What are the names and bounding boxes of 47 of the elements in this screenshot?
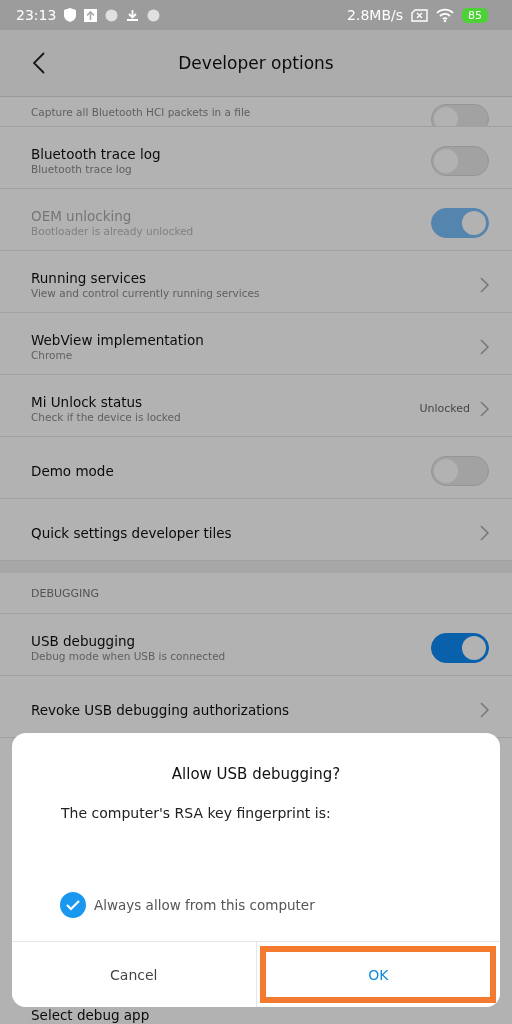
settings-row[interactable]: Running services View and control currently running services [0, 251, 512, 313]
network-speed: 2.8MB/s [347, 7, 403, 23]
row-subtitle: Capture all Bluetooth HCI packets in a file [31, 106, 251, 118]
row-title: Mi Unlock status [31, 394, 144, 410]
row-subtitle: Debug mode when USB is connected [31, 650, 227, 662]
row-title: Revoke USB debugging authorizations [31, 701, 291, 718]
row-value: Unlocked [419, 402, 470, 415]
row-subtitle: View and control currently running services [31, 287, 261, 299]
row-title: WebView implementation [31, 332, 205, 348]
dialog-message: The computer's RSA key fingerprint is: [61, 805, 331, 821]
settings-row[interactable]: Bluetooth trace log Bluetooth trace log [0, 127, 512, 189]
checkmark-icon [66, 899, 80, 911]
chevron-icon [480, 524, 489, 541]
row-title: Demo mode [31, 462, 115, 479]
sim-icon [411, 8, 428, 22]
chevron-icon [480, 701, 489, 718]
chevron-icon [480, 338, 489, 355]
battery-level: 85 [462, 7, 488, 23]
checkbox-label: Always allow from this computer [94, 897, 315, 913]
chevron-icon [480, 400, 489, 417]
settings-row[interactable]: WebView implementation Chrome [0, 313, 512, 375]
toggle-switch[interactable] [431, 632, 489, 663]
row-title: OEM unlocking [31, 208, 133, 224]
dialog-title: Allow USB debugging? [171, 765, 341, 783]
row-subtitle: Bluetooth trace log [31, 163, 133, 175]
clock: 23:13 [16, 7, 57, 23]
row-subtitle: Chrome [31, 349, 74, 361]
wifi-icon [436, 8, 454, 22]
page-title: Developer options [178, 53, 334, 73]
dot-icon [105, 8, 119, 22]
row-subtitle: Check if the device is locked [31, 411, 182, 423]
row-title: Bluetooth trace log [31, 146, 162, 162]
download-icon [126, 8, 140, 22]
row-title: USB debugging [31, 633, 137, 649]
settings-row[interactable]: USB debugging Debug mode when USB is connected [0, 614, 512, 676]
dot-icon [147, 8, 161, 22]
row-title: Quick settings developer tiles [31, 524, 233, 541]
row-title: Select debug app [31, 1007, 150, 1023]
section-heading: DEBUGGING [31, 586, 100, 600]
checkbox[interactable] [60, 892, 86, 918]
settings-row[interactable]: Mi Unlock status Check if the device is locked Unlocked [0, 375, 512, 437]
dialog-button[interactable]: OK [255, 942, 500, 1007]
settings-row[interactable]: Demo mode [0, 437, 512, 499]
chevron-icon [480, 276, 489, 293]
upload-icon [84, 8, 98, 22]
row-title: Running services [31, 270, 147, 286]
shield-icon [64, 8, 77, 22]
